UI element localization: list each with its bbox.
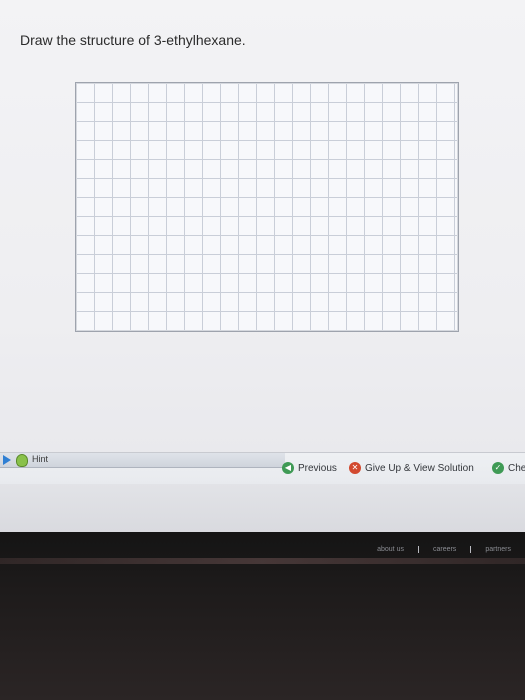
give-up-label: Give Up & View Solution: [365, 462, 474, 474]
arrow-left-circle-icon: ◀: [282, 462, 294, 474]
lightbulb-icon: [16, 454, 28, 467]
bottom-toolbar: Hint ◀ Previous ✕ Give Up & View Solutio…: [0, 452, 525, 485]
hint-toggle[interactable]: Hint: [0, 453, 285, 468]
check-answer-button[interactable]: ✓ Che: [492, 460, 525, 476]
play-triangle-icon: [3, 455, 11, 465]
question-screen: Draw the structure of 3-ethylhexane. Hin…: [0, 0, 525, 532]
previous-label: Previous: [298, 462, 337, 474]
question-prompt: Draw the structure of 3-ethylhexane.: [20, 32, 246, 48]
give-up-button[interactable]: ✕ Give Up & View Solution: [349, 460, 474, 476]
check-label: Che: [508, 462, 525, 474]
footer-link-partners[interactable]: partners: [470, 546, 525, 553]
x-circle-icon: ✕: [349, 462, 361, 474]
drawing-canvas[interactable]: [75, 82, 459, 332]
footer-band: [0, 484, 525, 532]
previous-button[interactable]: ◀ Previous: [282, 460, 337, 476]
footer-link-about[interactable]: about us: [363, 546, 418, 553]
footer-link-careers[interactable]: careers: [417, 546, 470, 553]
check-circle-icon: ✓: [492, 462, 504, 474]
bezel-edge: [0, 558, 525, 564]
footer-links: about us careers partners: [363, 546, 525, 553]
hint-label: Hint: [32, 454, 49, 464]
